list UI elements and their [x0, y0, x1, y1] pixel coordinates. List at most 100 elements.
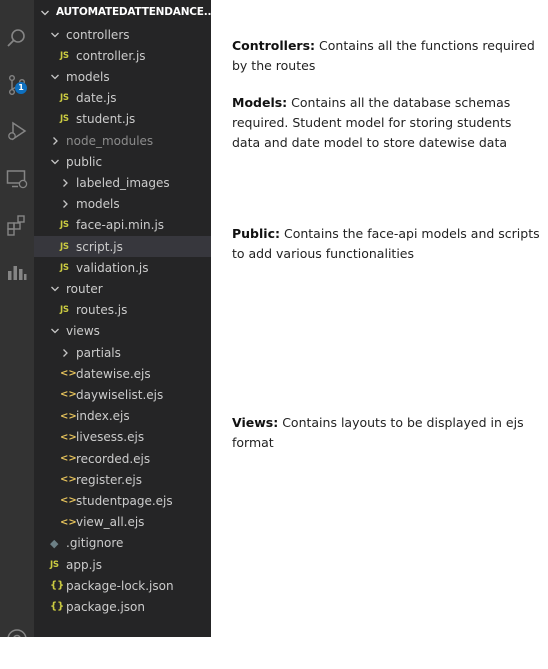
- tree-item-label: register.ejs: [76, 472, 142, 487]
- tree-item-label: student.js: [76, 112, 136, 127]
- file-row[interactable]: JS face-api.min.js: [34, 215, 211, 236]
- annotation-views: Views: Contains layouts to be displayed …: [232, 413, 542, 453]
- tree-item-label: script.js: [76, 239, 123, 254]
- tree-item-label: models: [76, 197, 120, 212]
- js-file-icon: JS: [60, 50, 69, 61]
- tree-item-label: studentpage.ejs: [76, 493, 173, 508]
- file-row[interactable]: JS student.js: [34, 109, 211, 130]
- tree-item-label: recorded.ejs: [76, 451, 151, 466]
- tree-item-label: controllers: [66, 27, 130, 42]
- tree-item-label: view_all.ejs: [76, 515, 145, 530]
- tree-item-label: models: [66, 69, 110, 84]
- chevron-right-icon: [60, 172, 70, 193]
- page-background: [0, 637, 211, 669]
- file-row[interactable]: JS validation.js: [34, 257, 211, 278]
- chevron-down-icon: [50, 278, 60, 299]
- file-row[interactable]: ◆ .gitignore: [34, 533, 211, 554]
- file-row[interactable]: <> datewise.ejs: [34, 363, 211, 384]
- explorer-project-header[interactable]: AUTOMATEDATTENDANCE...: [34, 0, 211, 24]
- tree-item-label: package-lock.json: [66, 578, 174, 593]
- ejs-file-icon: <>: [60, 453, 77, 464]
- activity-bar: 1: [0, 0, 34, 648]
- folder-row[interactable]: node_modules: [34, 130, 211, 151]
- file-row[interactable]: {} package-lock.json: [34, 575, 211, 596]
- annotation-models: Models: Contains all the database schema…: [232, 93, 542, 153]
- folder-row[interactable]: models: [34, 194, 211, 215]
- ejs-file-icon: <>: [60, 368, 77, 380]
- json-file-icon: {}: [50, 580, 65, 592]
- tree-item-label: validation.js: [76, 260, 149, 275]
- file-row[interactable]: JS controller.js: [34, 45, 211, 66]
- run-debug-icon[interactable]: [0, 114, 34, 148]
- git-file-icon: ◆: [50, 536, 59, 550]
- folder-row[interactable]: views: [34, 321, 211, 342]
- folder-row[interactable]: models: [34, 66, 211, 87]
- annotation-term: Views:: [232, 415, 279, 430]
- tree-item-label: partials: [76, 345, 121, 360]
- folder-row[interactable]: labeled_images: [34, 172, 211, 193]
- tree-item-label: labeled_images: [76, 175, 170, 190]
- chevron-down-icon: [50, 151, 60, 172]
- ejs-file-icon: <>: [60, 389, 77, 401]
- js-file-icon: JS: [60, 114, 69, 125]
- folder-row[interactable]: public: [34, 151, 211, 172]
- tree-item-label: date.js: [76, 91, 117, 106]
- chevron-down-icon: [50, 66, 60, 87]
- tree-item-label: routes.js: [76, 303, 128, 318]
- file-row[interactable]: <> view_all.ejs: [34, 512, 211, 533]
- project-title: AUTOMATEDATTENDANCE...: [56, 6, 211, 18]
- js-file-icon: JS: [60, 262, 69, 273]
- chart-icon[interactable]: [0, 255, 34, 289]
- extensions-icon[interactable]: [0, 208, 34, 242]
- file-row[interactable]: JS script.js: [34, 236, 211, 257]
- chevron-down-icon: [40, 3, 50, 22]
- ejs-file-icon: <>: [60, 410, 77, 422]
- file-row[interactable]: JS app.js: [34, 554, 211, 575]
- file-row[interactable]: {} package.json: [34, 596, 211, 617]
- file-row[interactable]: <> register.ejs: [34, 469, 211, 490]
- ejs-file-icon: <>: [60, 516, 77, 528]
- tree-item-label: package.json: [66, 599, 146, 614]
- file-row[interactable]: <> livesess.ejs: [34, 427, 211, 448]
- chevron-right-icon: [60, 194, 70, 215]
- tree-item-label: datewise.ejs: [76, 366, 151, 381]
- explorer-panel: AUTOMATEDATTENDANCE... controllers JS cont…: [34, 0, 211, 637]
- chevron-down-icon: [50, 24, 60, 45]
- js-file-icon: JS: [60, 241, 69, 252]
- remote-explorer-icon[interactable]: [0, 162, 34, 196]
- js-file-icon: JS: [60, 93, 69, 104]
- json-file-icon: {}: [50, 601, 65, 613]
- file-row[interactable]: <> daywiselist.ejs: [34, 384, 211, 405]
- file-row[interactable]: <> index.ejs: [34, 406, 211, 427]
- tree-item-label: .gitignore: [66, 536, 124, 551]
- tree-item-label: node_modules: [66, 133, 154, 148]
- file-row[interactable]: <> recorded.ejs: [34, 448, 211, 469]
- tree-item-label: views: [66, 324, 100, 339]
- tree-item-label: daywiselist.ejs: [76, 387, 164, 402]
- tree-item-label: livesess.ejs: [76, 430, 145, 445]
- tree-item-label: public: [66, 154, 103, 169]
- js-file-icon: JS: [50, 559, 59, 570]
- folder-row[interactable]: router: [34, 278, 211, 299]
- tree-item-label: face-api.min.js: [76, 218, 165, 233]
- file-row[interactable]: JS routes.js: [34, 300, 211, 321]
- annotation-term: Models:: [232, 95, 288, 110]
- ejs-file-icon: <>: [60, 474, 77, 486]
- folder-row[interactable]: controllers: [34, 24, 211, 45]
- ejs-file-icon: <>: [60, 495, 77, 507]
- chevron-right-icon: [50, 130, 60, 151]
- annotation-public: Public: Contains the face-api models and…: [232, 224, 542, 264]
- annotation-term: Public:: [232, 226, 280, 241]
- chevron-down-icon: [50, 321, 60, 342]
- search-icon[interactable]: [0, 21, 34, 55]
- file-row[interactable]: JS date.js: [34, 88, 211, 109]
- file-row[interactable]: <> studentpage.ejs: [34, 490, 211, 511]
- js-file-icon: JS: [60, 305, 69, 316]
- source-control-icon[interactable]: 1: [0, 68, 34, 102]
- folder-row[interactable]: partials: [34, 342, 211, 363]
- annotation-controllers: Controllers: Contains all the functions …: [232, 36, 542, 76]
- chevron-right-icon: [60, 342, 70, 363]
- annotation-term: Controllers:: [232, 38, 316, 53]
- tree-item-label: controller.js: [76, 48, 146, 63]
- source-control-badge: 1: [15, 82, 27, 94]
